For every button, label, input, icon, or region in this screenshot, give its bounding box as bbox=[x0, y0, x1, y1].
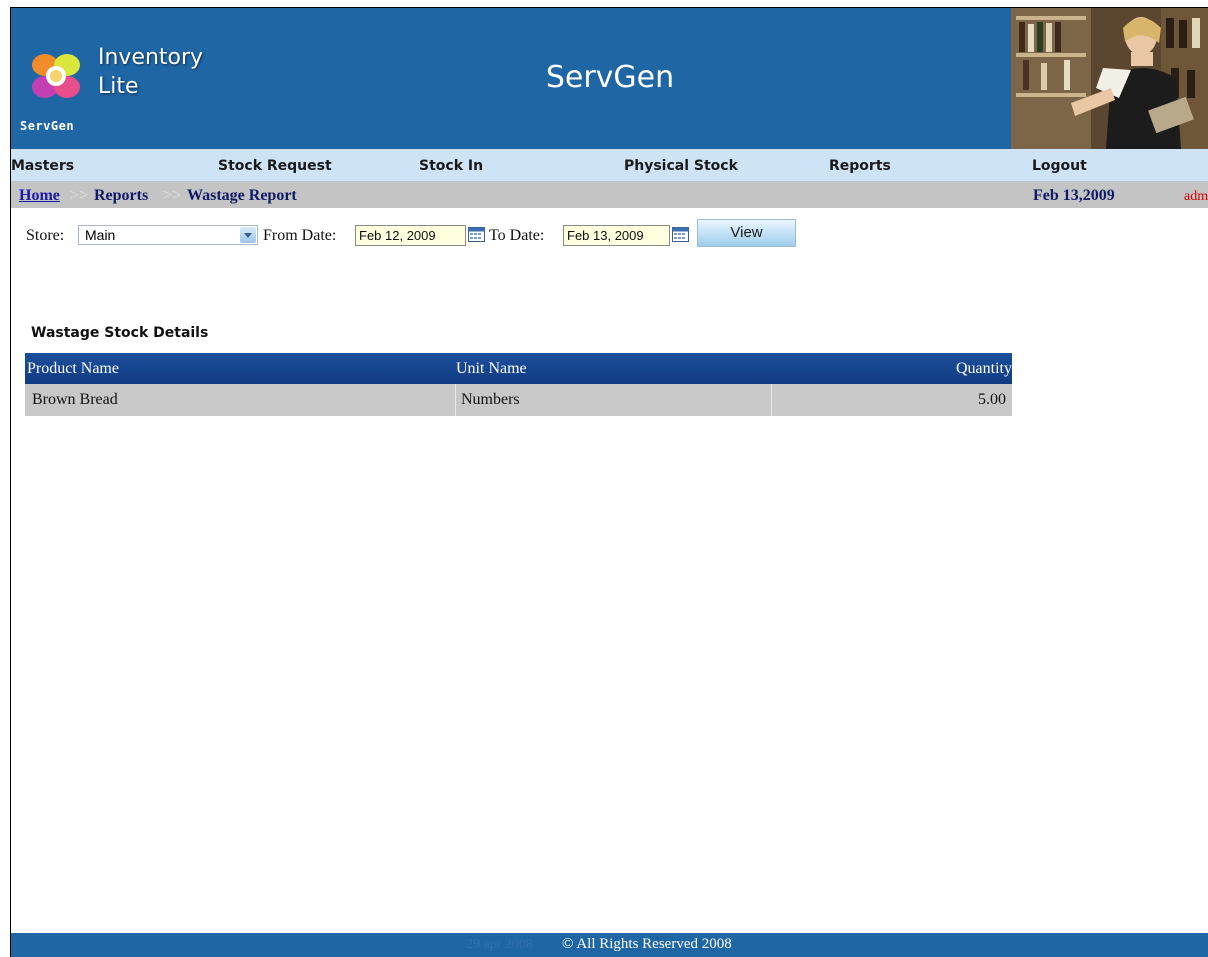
breadcrumb-home-link[interactable]: Home bbox=[19, 187, 60, 205]
from-date-field[interactable]: Feb 12, 2009 bbox=[355, 225, 466, 246]
wastage-table: Product Name Unit Name Quantity Brown Br… bbox=[25, 353, 1012, 416]
header-banner: ServGen Inventory Lite ServGen bbox=[11, 8, 1208, 149]
from-date-label: From Date: bbox=[263, 227, 337, 244]
cell-divider bbox=[455, 384, 456, 416]
breadcrumb-separator: >> bbox=[70, 187, 89, 204]
from-calendar-icon[interactable] bbox=[468, 227, 485, 242]
logo-caption: ServGen bbox=[20, 119, 75, 133]
cell-unit-name: Numbers bbox=[461, 391, 520, 408]
store-label: Store: bbox=[26, 227, 65, 244]
to-date-field[interactable]: Feb 13, 2009 bbox=[563, 225, 670, 246]
section-title: Wastage Stock Details bbox=[31, 325, 209, 341]
nav-stock-request[interactable]: Stock Request bbox=[218, 158, 332, 174]
to-calendar-icon[interactable] bbox=[672, 227, 689, 242]
store-select-value: Main bbox=[85, 227, 116, 243]
cell-product-name: Brown Bread bbox=[32, 391, 118, 408]
column-header-product-name: Product Name bbox=[27, 360, 119, 377]
header-photo bbox=[1011, 8, 1208, 149]
chevron-down-icon[interactable] bbox=[240, 227, 256, 243]
footer: 29 apr 2008 © All Rights Reserved 2008 bbox=[11, 933, 1208, 957]
user-name: adm bbox=[1184, 189, 1208, 204]
cell-divider bbox=[771, 384, 772, 416]
breadcrumb: Home >> Reports >> Wastage Report Feb 13… bbox=[11, 181, 1208, 208]
cell-quantity: 5.00 bbox=[978, 391, 1006, 408]
column-header-quantity: Quantity bbox=[956, 360, 1012, 377]
breadcrumb-separator: >> bbox=[163, 187, 182, 204]
breadcrumb-current: Wastage Report bbox=[187, 187, 297, 204]
breadcrumb-reports: Reports bbox=[94, 187, 149, 204]
column-header-unit-name: Unit Name bbox=[456, 360, 527, 377]
nav-physical-stock[interactable]: Physical Stock bbox=[624, 158, 738, 174]
table-row: Brown Bread Numbers 5.00 bbox=[25, 384, 1012, 416]
footer-copyright: © All Rights Reserved 2008 bbox=[562, 936, 732, 952]
view-button[interactable]: View bbox=[697, 219, 796, 247]
nav-stock-in[interactable]: Stock In bbox=[419, 158, 483, 174]
nav-logout[interactable]: Logout bbox=[1032, 158, 1087, 174]
app-frame: ServGen Inventory Lite ServGen Masters S… bbox=[10, 7, 1208, 957]
store-select[interactable]: Main bbox=[78, 225, 258, 245]
to-date-label: To Date: bbox=[489, 227, 545, 244]
nav-reports[interactable]: Reports bbox=[829, 158, 891, 174]
nav-masters[interactable]: Masters bbox=[11, 158, 74, 174]
table-header: Product Name Unit Name Quantity bbox=[25, 353, 1012, 384]
main-nav: Masters Stock Request Stock In Physical … bbox=[11, 149, 1208, 181]
current-date: Feb 13,2009 bbox=[1033, 187, 1115, 204]
footer-date: 29 apr 2008 bbox=[466, 937, 533, 952]
